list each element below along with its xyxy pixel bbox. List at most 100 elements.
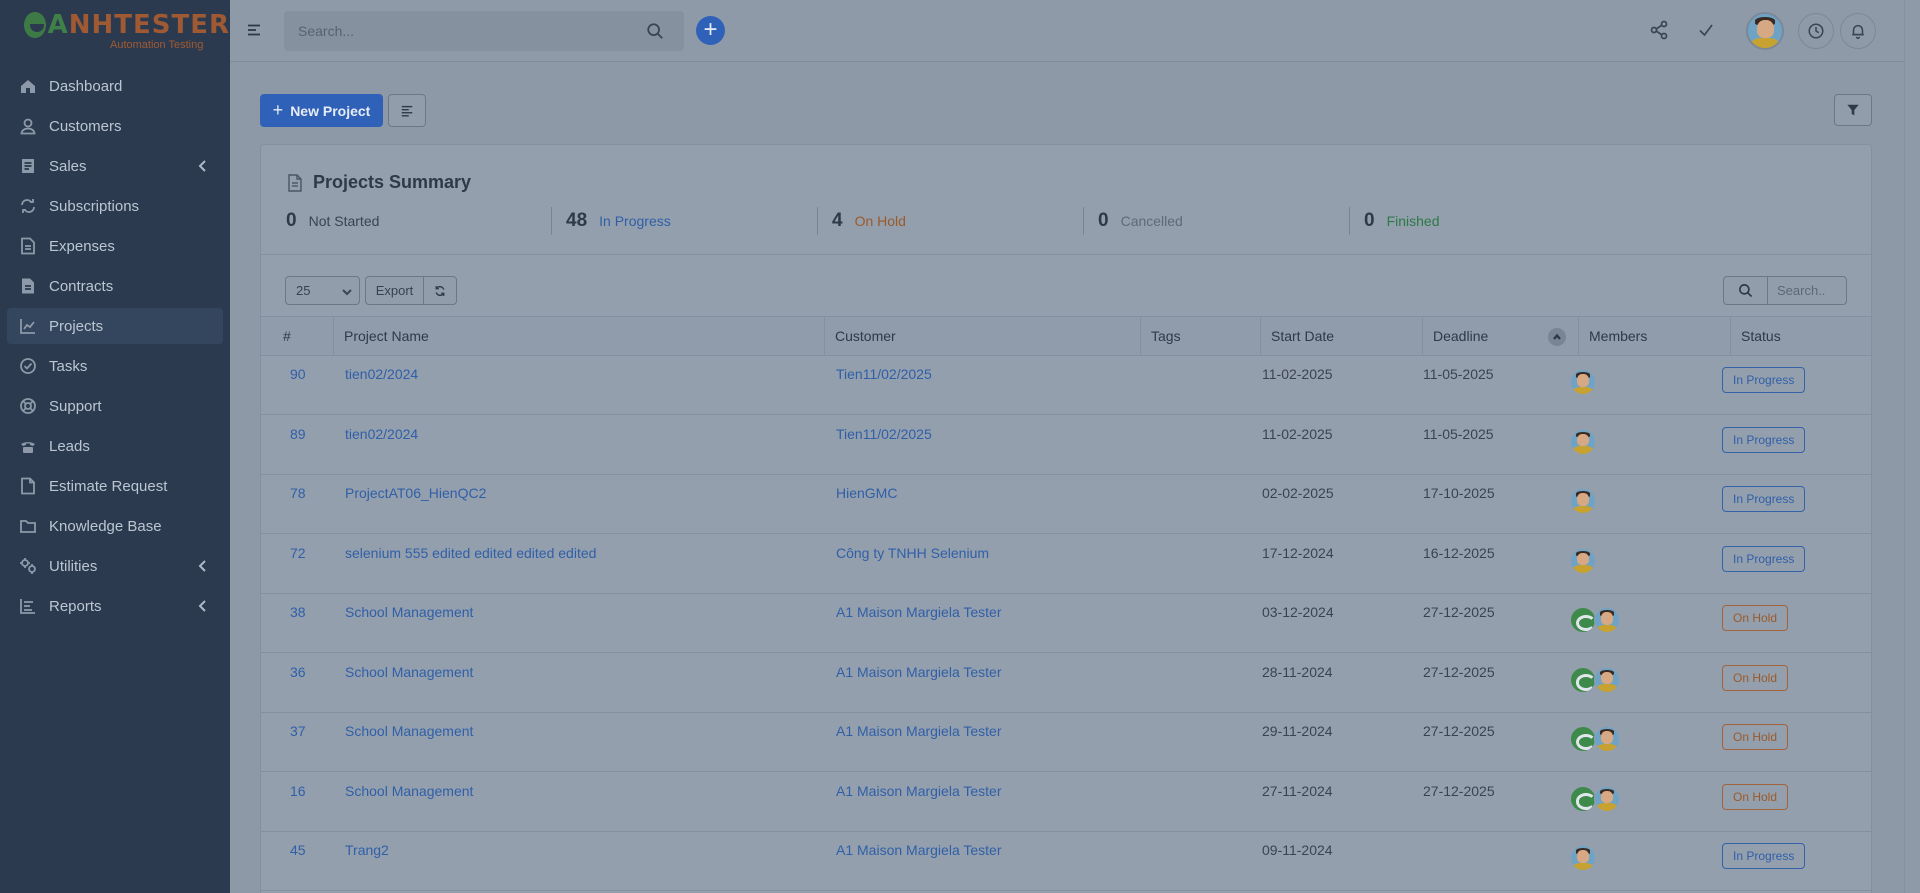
- sidebar-item-knowledge-base[interactable]: Knowledge Base: [7, 508, 223, 544]
- brand-logo[interactable]: A NHTESTER Automation Testing: [0, 0, 230, 62]
- page-length-select[interactable]: 25: [285, 276, 360, 305]
- status-badge: In Progress: [1722, 426, 1806, 453]
- customer-link[interactable]: A1 Maison Margiela Tester: [836, 783, 1001, 799]
- project-name-link[interactable]: School Management: [345, 783, 473, 799]
- sidebar-item-leads[interactable]: Leads: [7, 428, 223, 464]
- member-avatar-logo[interactable]: [1570, 666, 1596, 693]
- sidebar-item-estimate-request[interactable]: Estimate Request: [7, 468, 223, 504]
- table-search-input[interactable]: [1768, 277, 1846, 304]
- user-avatar[interactable]: [1746, 12, 1784, 50]
- customer-link[interactable]: Tien11/02/2025: [836, 366, 932, 382]
- filter-button[interactable]: [1834, 94, 1872, 126]
- customer-link[interactable]: A1 Maison Margiela Tester: [836, 723, 1001, 739]
- stat-in-progress[interactable]: 48 In Progress: [552, 207, 818, 235]
- reload-button[interactable]: [423, 276, 457, 305]
- search-icon[interactable]: [646, 22, 664, 40]
- clock-icon[interactable]: [1798, 13, 1834, 49]
- member-avatar[interactable]: [1594, 666, 1620, 693]
- share-icon[interactable]: [1649, 20, 1669, 40]
- project-id-link[interactable]: 78: [290, 485, 306, 501]
- new-project-button[interactable]: + New Project: [260, 94, 383, 127]
- stat-not-started[interactable]: 0 Not Started: [286, 207, 552, 235]
- customer-link[interactable]: A1 Maison Margiela Tester: [836, 604, 1001, 620]
- customer-link[interactable]: Công ty TNHH Selenium: [836, 545, 989, 561]
- toggle-summary-button[interactable]: [388, 94, 426, 127]
- customer-link[interactable]: A1 Maison Margiela Tester: [836, 842, 1001, 858]
- member-avatar-logo[interactable]: [1570, 785, 1596, 812]
- sidebar-item-utilities[interactable]: Utilities: [7, 548, 223, 584]
- project-name-link[interactable]: School Management: [345, 723, 473, 739]
- sidebar-item-sales[interactable]: Sales: [7, 148, 223, 184]
- start-date: 11-02-2025: [1262, 366, 1333, 382]
- column-header-members[interactable]: Members: [1579, 317, 1731, 356]
- project-name-link[interactable]: tien02/2024: [345, 366, 418, 382]
- column-header-label: Deadline: [1433, 328, 1489, 344]
- sidebar-item-subscriptions[interactable]: Subscriptions: [7, 188, 223, 224]
- project-id-link[interactable]: 37: [290, 723, 306, 739]
- sidebar-item-projects[interactable]: Projects: [7, 308, 223, 344]
- table-search: [1767, 276, 1847, 305]
- stat-finished[interactable]: 0 Finished: [1350, 207, 1616, 235]
- project-id-link[interactable]: 36: [290, 664, 306, 680]
- column-header-status[interactable]: Status: [1731, 317, 1873, 356]
- table-row: 90 tien02/2024 Tien11/02/2025 11-02-2025 11-…: [261, 356, 1871, 415]
- align-left-icon: [401, 105, 413, 117]
- project-id-link[interactable]: 72: [290, 545, 306, 561]
- stat-cancelled[interactable]: 0 Cancelled: [1084, 207, 1350, 235]
- column-header-deadline[interactable]: Deadline: [1423, 317, 1579, 356]
- project-name-link[interactable]: selenium 555 edited edited edited edited: [345, 545, 596, 561]
- member-avatar[interactable]: [1594, 785, 1620, 812]
- export-button[interactable]: Export: [365, 276, 424, 305]
- member-avatar[interactable]: [1570, 369, 1596, 395]
- customer-link[interactable]: A1 Maison Margiela Tester: [836, 664, 1001, 680]
- project-name-link[interactable]: School Management: [345, 664, 473, 680]
- customer-link[interactable]: Tien11/02/2025: [836, 426, 932, 442]
- project-name-link[interactable]: ProjectAT06_HienQC2: [345, 485, 486, 501]
- sidebar-item-support[interactable]: Support: [7, 388, 223, 424]
- check-icon[interactable]: [1696, 20, 1716, 40]
- project-name-link[interactable]: School Management: [345, 604, 473, 620]
- column-header-project-name[interactable]: Project Name: [334, 317, 825, 356]
- stat-on-hold[interactable]: 4 On Hold: [818, 207, 1084, 235]
- project-id-link[interactable]: 90: [290, 366, 306, 382]
- project-id-link[interactable]: 16: [290, 783, 306, 799]
- page-scrollbar[interactable]: [1904, 0, 1920, 893]
- sidebar-item-contracts[interactable]: Contracts: [7, 268, 223, 304]
- member-avatar[interactable]: [1570, 845, 1596, 871]
- start-date: 09-11-2024: [1262, 842, 1333, 858]
- member-avatar[interactable]: [1594, 607, 1620, 633]
- column-header-tags[interactable]: Tags: [1141, 317, 1261, 356]
- project-name-link[interactable]: Trang2: [345, 842, 389, 858]
- member-avatar-logo[interactable]: [1570, 726, 1596, 752]
- sidebar-item-dashboard[interactable]: Dashboard: [7, 68, 223, 104]
- sidebar-item-customers[interactable]: Customers: [7, 108, 223, 144]
- column-header-customer[interactable]: Customer: [825, 317, 1141, 356]
- column-header-label: Status: [1741, 328, 1781, 344]
- menu-toggle-icon[interactable]: [246, 22, 262, 38]
- member-avatar-logo[interactable]: [1570, 607, 1596, 633]
- project-id-link[interactable]: 89: [290, 426, 306, 442]
- sidebar-item-reports[interactable]: Reports: [7, 588, 223, 624]
- table-search-button[interactable]: [1723, 276, 1768, 305]
- project-id-link[interactable]: 38: [290, 604, 306, 620]
- member-avatar[interactable]: [1594, 726, 1620, 752]
- global-search-input[interactable]: [284, 11, 684, 51]
- member-avatar[interactable]: [1570, 488, 1596, 514]
- sort-ascending-icon[interactable]: [1548, 328, 1566, 346]
- project-id-link[interactable]: 45: [290, 842, 306, 858]
- bell-icon[interactable]: [1840, 13, 1876, 49]
- stat-label: Finished: [1386, 213, 1440, 229]
- sidebar-item-label: Knowledge Base: [49, 517, 162, 535]
- customer-link[interactable]: HienGMC: [836, 485, 897, 501]
- quick-create-button[interactable]: +: [696, 16, 725, 45]
- life-buoy-icon: [19, 397, 37, 415]
- sidebar-item-expenses[interactable]: Expenses: [7, 228, 223, 264]
- sidebar-item-label: Subscriptions: [49, 197, 140, 215]
- project-name-link[interactable]: tien02/2024: [345, 426, 418, 442]
- member-avatar[interactable]: [1570, 547, 1596, 574]
- column-header-id[interactable]: #: [273, 317, 334, 356]
- column-header-start-date[interactable]: Start Date: [1261, 317, 1423, 356]
- status-badge: On Hold: [1722, 664, 1789, 691]
- member-avatar[interactable]: [1570, 428, 1596, 455]
- sidebar-item-tasks[interactable]: Tasks: [7, 348, 223, 384]
